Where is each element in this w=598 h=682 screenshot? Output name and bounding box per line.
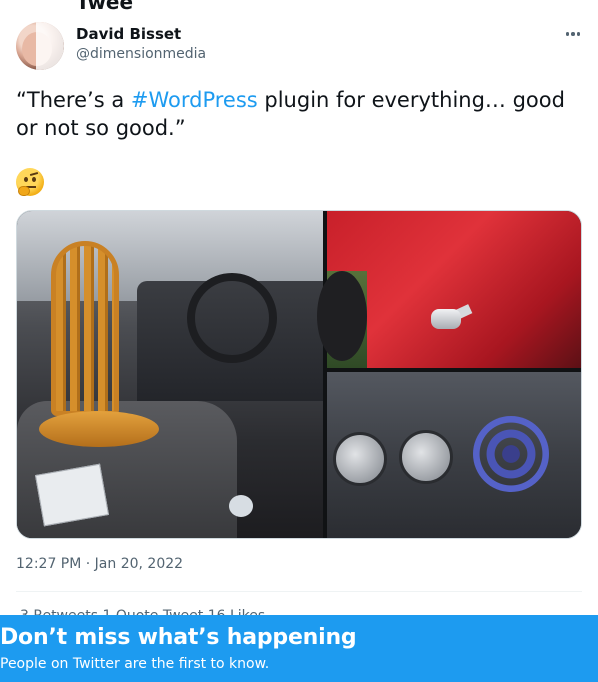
divider: [16, 591, 582, 592]
author-avatar[interactable]: [16, 22, 64, 70]
tweet-text: “There’s a #WordPress plugin for everyth…: [16, 86, 586, 142]
banner-title: Don’t miss what’s happening: [0, 625, 357, 650]
tweet-timestamp[interactable]: 12:27 PM · Jan 20, 2022: [16, 556, 183, 572]
author-name[interactable]: David Bisset: [76, 25, 181, 43]
valve-dashboard-photo: [327, 372, 581, 538]
tweet-text-before: “There’s a: [16, 88, 131, 112]
doorknob-car-photo: [317, 211, 581, 368]
clipped-header-text: Twee: [76, 0, 134, 14]
thinking-face-icon: [16, 168, 44, 196]
tweet-media-image[interactable]: [16, 210, 582, 539]
banner-subtitle: People on Twitter are the first to know.: [0, 656, 270, 672]
avatar-hair: [36, 22, 64, 70]
chair-car-photo: [17, 211, 323, 538]
more-options-icon[interactable]: [562, 22, 584, 46]
author-handle[interactable]: @dimensionmedia: [76, 46, 206, 62]
signup-banner: Don’t miss what’s happening People on Tw…: [0, 615, 598, 682]
hashtag-link[interactable]: #WordPress: [131, 88, 258, 112]
